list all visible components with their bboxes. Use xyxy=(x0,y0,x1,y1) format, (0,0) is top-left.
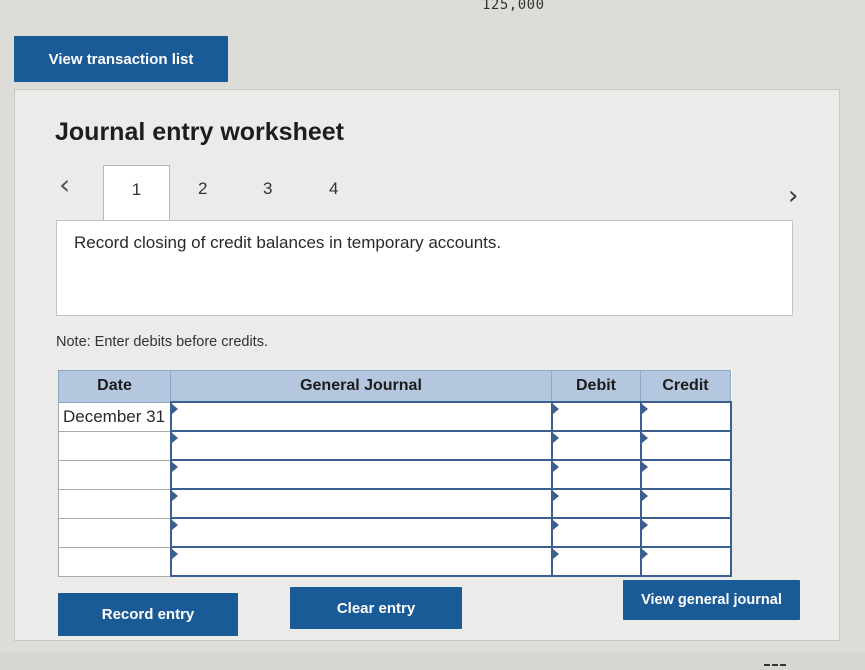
tab-2[interactable]: 2 xyxy=(198,179,207,199)
table-row xyxy=(58,546,732,577)
credit-input[interactable] xyxy=(639,430,732,461)
table-header-row: Date General Journal Debit Credit xyxy=(58,370,731,403)
clear-entry-button[interactable]: Clear entry xyxy=(290,587,462,629)
account-input[interactable] xyxy=(169,517,553,548)
table-row: December 31 xyxy=(58,401,732,432)
debit-input[interactable] xyxy=(550,517,642,548)
top-amount-text: 125,000 xyxy=(482,0,545,13)
debit-input[interactable] xyxy=(550,488,642,519)
date-cell xyxy=(58,459,171,490)
instruction-box: Record closing of credit balances in tem… xyxy=(56,220,793,316)
tab-label: 2 xyxy=(198,179,208,198)
date-cell: December 31 xyxy=(58,401,171,432)
worksheet-tab-strip: ‹ 1 2 3 4 › xyxy=(15,165,841,220)
record-entry-button[interactable]: Record entry xyxy=(58,593,238,636)
tab-label: 1 xyxy=(131,180,142,199)
debit-input[interactable] xyxy=(550,401,642,432)
debit-input[interactable] xyxy=(550,459,642,490)
debit-input[interactable] xyxy=(550,546,642,577)
table-row xyxy=(58,430,732,461)
account-input[interactable] xyxy=(169,430,553,461)
worksheet-title: Journal entry worksheet xyxy=(55,118,344,146)
credit-input[interactable] xyxy=(639,459,732,490)
credit-input[interactable] xyxy=(639,488,732,519)
view-general-journal-button[interactable]: View general journal xyxy=(623,580,800,620)
chevron-left-icon[interactable]: ‹ xyxy=(59,168,70,201)
account-input[interactable] xyxy=(169,401,553,432)
column-header-credit: Credit xyxy=(640,370,731,403)
instruction-text: Record closing of credit balances in tem… xyxy=(74,233,502,252)
tab-1[interactable]: 1 xyxy=(103,165,170,220)
table-row xyxy=(58,517,732,548)
column-header-debit: Debit xyxy=(551,370,641,403)
credit-input[interactable] xyxy=(639,546,732,577)
tab-4[interactable]: 4 xyxy=(329,179,338,199)
date-cell xyxy=(58,430,171,461)
journal-entry-worksheet-panel: Journal entry worksheet ‹ 1 2 3 4 › Reco… xyxy=(14,89,840,641)
tab-label: 3 xyxy=(263,179,273,198)
column-header-general-journal: General Journal xyxy=(170,370,552,403)
dashed-mark xyxy=(764,664,786,669)
table-row xyxy=(58,459,732,490)
bottom-divider xyxy=(0,652,865,670)
tab-label: 4 xyxy=(329,179,339,198)
date-cell xyxy=(58,546,171,577)
note-text: Note: Enter debits before credits. xyxy=(56,334,268,350)
view-transaction-list-button[interactable]: View transaction list xyxy=(14,36,228,82)
account-input[interactable] xyxy=(169,459,553,490)
journal-entry-table: Date General Journal Debit Credit Decemb… xyxy=(58,370,732,577)
credit-input[interactable] xyxy=(639,401,732,432)
tab-3[interactable]: 3 xyxy=(263,179,272,199)
table-row xyxy=(58,488,732,519)
credit-input[interactable] xyxy=(639,517,732,548)
date-cell xyxy=(58,488,171,519)
debit-input[interactable] xyxy=(550,430,642,461)
chevron-right-icon[interactable]: › xyxy=(788,181,798,211)
date-cell xyxy=(58,517,171,548)
column-header-date: Date xyxy=(58,370,171,403)
account-input[interactable] xyxy=(169,546,553,577)
account-input[interactable] xyxy=(169,488,553,519)
